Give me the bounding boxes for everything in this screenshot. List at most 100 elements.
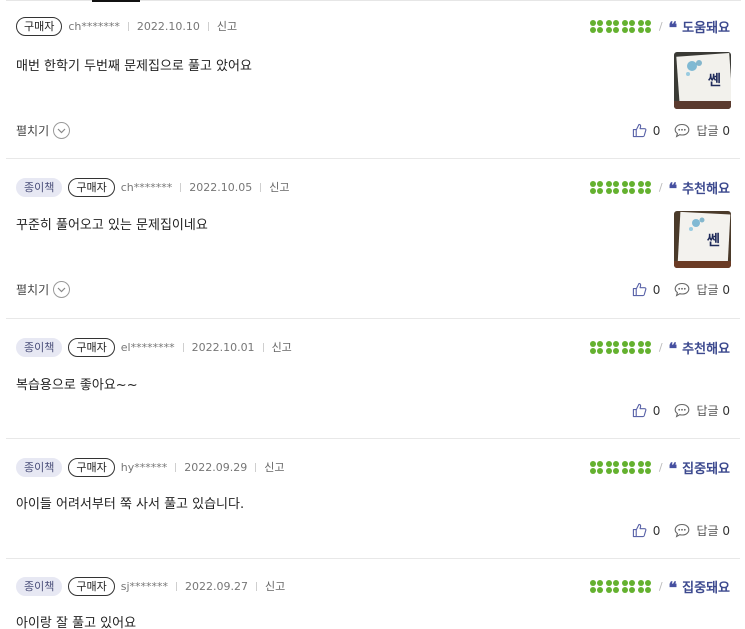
review-item: 종이책 구매자 sj******* 2022.09.27 신고 / ❝ 집중돼요… — [6, 559, 740, 629]
like-button[interactable]: 0 — [632, 282, 661, 297]
review-tag: 집중돼요 — [682, 461, 730, 477]
meta-separator — [207, 21, 209, 31]
meta-separator — [256, 581, 258, 591]
review-date: 2022.09.27 — [185, 579, 249, 593]
meta-separator — [255, 462, 257, 472]
review-actions: 0 답글 0 — [632, 402, 730, 419]
meta-separator — [175, 462, 177, 472]
review-tag: 추천해요 — [682, 341, 730, 357]
review-date: 2022.10.10 — [136, 19, 200, 33]
clover-icon — [605, 460, 619, 474]
reply-button[interactable]: 답글 0 — [674, 402, 730, 419]
chevron-down-icon — [53, 281, 71, 298]
clover-icon — [589, 19, 603, 33]
review-body: 매번 한학기 두번째 문제집으로 풀고 았어요 — [16, 59, 252, 74]
rating-separator: / — [658, 579, 663, 593]
review-meta: 구매자 ch******* 2022.10.10 신고 — [16, 16, 237, 36]
review-tag: 도움돼요 — [682, 20, 730, 36]
meta-separator — [180, 182, 182, 192]
review-rating-tag: / ❝ 도움돼요 — [589, 15, 730, 37]
review-photo[interactable]: 쎈 — [674, 52, 731, 109]
report-button[interactable]: 신고 — [269, 179, 289, 195]
quote-icon: ❝ — [668, 179, 678, 198]
review-rating-tag: / ❝ 집중돼요 — [589, 575, 730, 597]
paper-book-badge: 종이책 — [16, 337, 63, 357]
clover-icon — [589, 579, 603, 593]
speech-bubble-icon — [675, 403, 690, 418]
clover-icon — [621, 180, 635, 194]
review-tag: 집중돼요 — [682, 580, 730, 596]
reply-label: 답글 — [696, 524, 719, 538]
review-actions: 0 답글 0 — [632, 122, 730, 139]
rating-separator: / — [658, 19, 663, 33]
review-rating-tag: / ❝ 추천해요 — [589, 336, 730, 358]
clover-icon — [621, 579, 635, 593]
review-user: hy****** — [120, 460, 168, 474]
clover-icon — [621, 19, 635, 33]
clover-icon — [637, 340, 651, 354]
like-button[interactable]: 0 — [632, 123, 660, 138]
review-item: 종이책 구매자 hy****** 2022.09.29 신고 / ❝ 집중돼요 … — [6, 439, 740, 559]
like-count: 0 — [652, 282, 661, 297]
review-user: ch******* — [68, 19, 120, 33]
rating-separator: / — [658, 180, 663, 194]
clover-icon — [637, 460, 651, 474]
meta-separator — [262, 342, 264, 352]
review-body: 꾸준히 풀어오고 있는 문제집이네요 — [16, 218, 208, 233]
report-button[interactable]: 신고 — [264, 459, 284, 475]
quote-icon: ❝ — [668, 459, 678, 478]
clover-rating — [589, 180, 651, 194]
review-body: 복습용으로 좋아요~~ — [16, 378, 138, 393]
thumbs-up-icon — [632, 403, 647, 418]
review-item: 종이책 구매자 ch******* 2022.10.05 신고 / ❝ 추천해요… — [6, 159, 740, 319]
clover-icon — [621, 340, 635, 354]
speech-bubble-icon — [675, 282, 690, 297]
fold-button[interactable]: 펼치기 — [16, 281, 71, 298]
paper-book-badge: 종이책 — [16, 457, 63, 477]
reply-button[interactable]: 답글 0 — [674, 122, 730, 139]
paper-book-badge: 종이책 — [16, 576, 63, 596]
reply-label: 답글 — [696, 283, 719, 297]
like-button[interactable]: 0 — [632, 403, 660, 418]
thumbs-up-icon — [632, 282, 647, 297]
rating-separator: / — [658, 340, 663, 354]
review-body: 아이랑 잘 풀고 있어요 — [16, 616, 137, 629]
photo-title: 쎈 — [707, 233, 720, 249]
report-button[interactable]: 신고 — [272, 339, 292, 355]
speech-bubble-icon — [675, 123, 690, 138]
reply-count: 0 — [722, 403, 730, 418]
review-photo[interactable]: 쎈 — [674, 211, 731, 268]
reply-count: 0 — [722, 523, 730, 538]
buyer-badge: 구매자 — [68, 576, 115, 596]
review-rating-tag: / ❝ 추천해요 — [589, 176, 730, 198]
review-date: 2022.09.29 — [184, 460, 248, 474]
report-button[interactable]: 신고 — [265, 578, 285, 594]
reply-button[interactable]: 답글 0 — [674, 281, 730, 298]
clover-icon — [589, 180, 603, 194]
paper-book-badge: 종이책 — [16, 177, 63, 197]
fold-label: 펼치기 — [16, 124, 50, 138]
meta-separator — [176, 581, 178, 591]
reply-label: 답글 — [696, 124, 719, 138]
review-date: 2022.10.01 — [191, 340, 255, 354]
like-button[interactable]: 0 — [632, 523, 660, 538]
reply-count: 0 — [722, 282, 730, 297]
clover-rating — [589, 460, 651, 474]
fold-button[interactable]: 펼치기 — [16, 122, 71, 139]
buyer-badge: 구매자 — [68, 177, 115, 197]
photo-title: 쎈 — [708, 73, 721, 89]
quote-icon: ❝ — [668, 339, 678, 358]
review-item: 구매자 ch******* 2022.10.10 신고 / ❝ 도움돼요 매번 … — [6, 0, 740, 159]
reply-button[interactable]: 답글 0 — [674, 522, 730, 539]
meta-separator — [182, 342, 184, 352]
clover-icon — [589, 460, 603, 474]
thumbs-up-icon — [632, 123, 647, 138]
buyer-badge: 구매자 — [16, 16, 63, 36]
fold-label: 펼치기 — [16, 283, 50, 297]
clover-rating — [589, 579, 651, 593]
report-button[interactable]: 신고 — [217, 18, 237, 34]
meta-separator — [127, 21, 129, 31]
rating-separator: / — [658, 460, 663, 474]
chevron-down-icon — [53, 122, 71, 139]
reply-count: 0 — [722, 123, 730, 138]
